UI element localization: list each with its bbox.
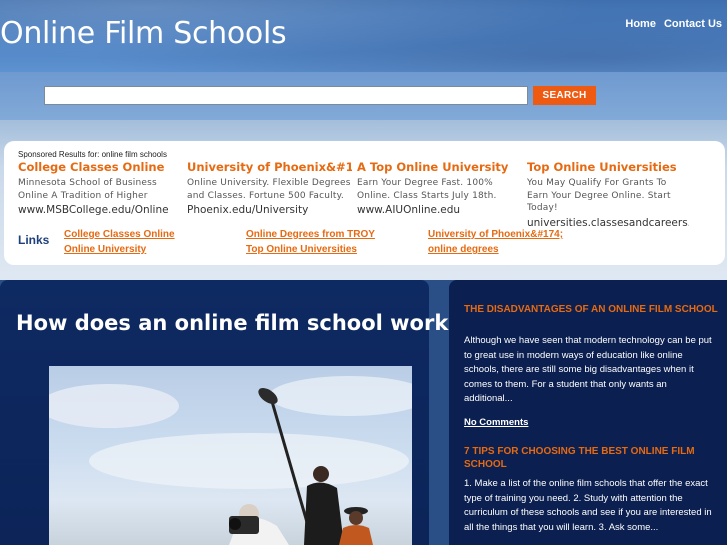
ad-unit[interactable]: University of Phoenix&#174; Online Unive… [187, 160, 352, 216]
ad-description: You May Qualify For Grants To Earn Your … [527, 178, 671, 213]
article-photo [49, 366, 412, 545]
ad-title[interactable]: College Classes Online [18, 160, 183, 174]
post-title[interactable]: 7 Tips for Choosing the Best Online Film… [464, 445, 719, 471]
ad-title[interactable]: A Top Online University [357, 160, 522, 174]
article-title[interactable]: How does an online film school work? [16, 311, 461, 335]
link-item[interactable]: University of Phoenix&#174; [428, 229, 563, 240]
ad-description: Minnesota School of Business Online A Tr… [18, 178, 157, 201]
ad-description: Earn Your Degree Fast. 100% Online. Clas… [357, 178, 497, 201]
link-item[interactable]: Online University [64, 244, 146, 255]
ad-unit[interactable]: College Classes Online Minnesota School … [18, 160, 183, 216]
post-title[interactable]: The Disadvantages of an Online Film Scho… [464, 303, 719, 316]
sponsored-label: Sponsored Results for: online film schoo… [18, 150, 167, 159]
site-title[interactable]: Online Film Schools [0, 16, 287, 51]
links-label: Links [18, 233, 50, 247]
link-item[interactable]: College Classes Online [64, 229, 175, 240]
nav-home-link[interactable]: Home [625, 18, 656, 30]
top-nav: Home Contact Us [625, 18, 722, 30]
ad-unit[interactable]: Top Online Universities You May Qualify … [527, 160, 689, 229]
post-excerpt: Although we have seen that modern techno… [464, 335, 712, 404]
link-item[interactable]: online degrees [428, 244, 499, 255]
search-input[interactable] [44, 86, 528, 105]
post-excerpt: 1. Make a list of the online film school… [464, 478, 712, 533]
film-crew-illustration [49, 376, 412, 545]
ad-url[interactable]: universities.classesandcareers.c [527, 217, 689, 229]
ad-url[interactable]: www.MSBCollege.edu/Online [18, 204, 183, 216]
ad-url[interactable]: www.AIUOnline.edu [357, 204, 522, 216]
ad-description: Online University. Flexible Degrees and … [187, 178, 351, 201]
ad-url[interactable]: Phoenix.edu/University [187, 204, 352, 216]
comments-link[interactable]: No Comments [464, 417, 528, 428]
search-button[interactable]: SEARCH [533, 86, 596, 105]
link-item[interactable]: Online Degrees from TROY [246, 229, 375, 240]
site-header: Online Film Schools Home Contact Us [0, 0, 727, 72]
link-item[interactable]: Top Online Universities [246, 244, 357, 255]
ad-unit[interactable]: A Top Online University Earn Your Degree… [357, 160, 522, 216]
ad-title[interactable]: University of Phoenix&#174; [187, 160, 352, 174]
ad-title[interactable]: Top Online Universities [527, 160, 689, 174]
nav-contact-link[interactable]: Contact Us [664, 18, 722, 30]
